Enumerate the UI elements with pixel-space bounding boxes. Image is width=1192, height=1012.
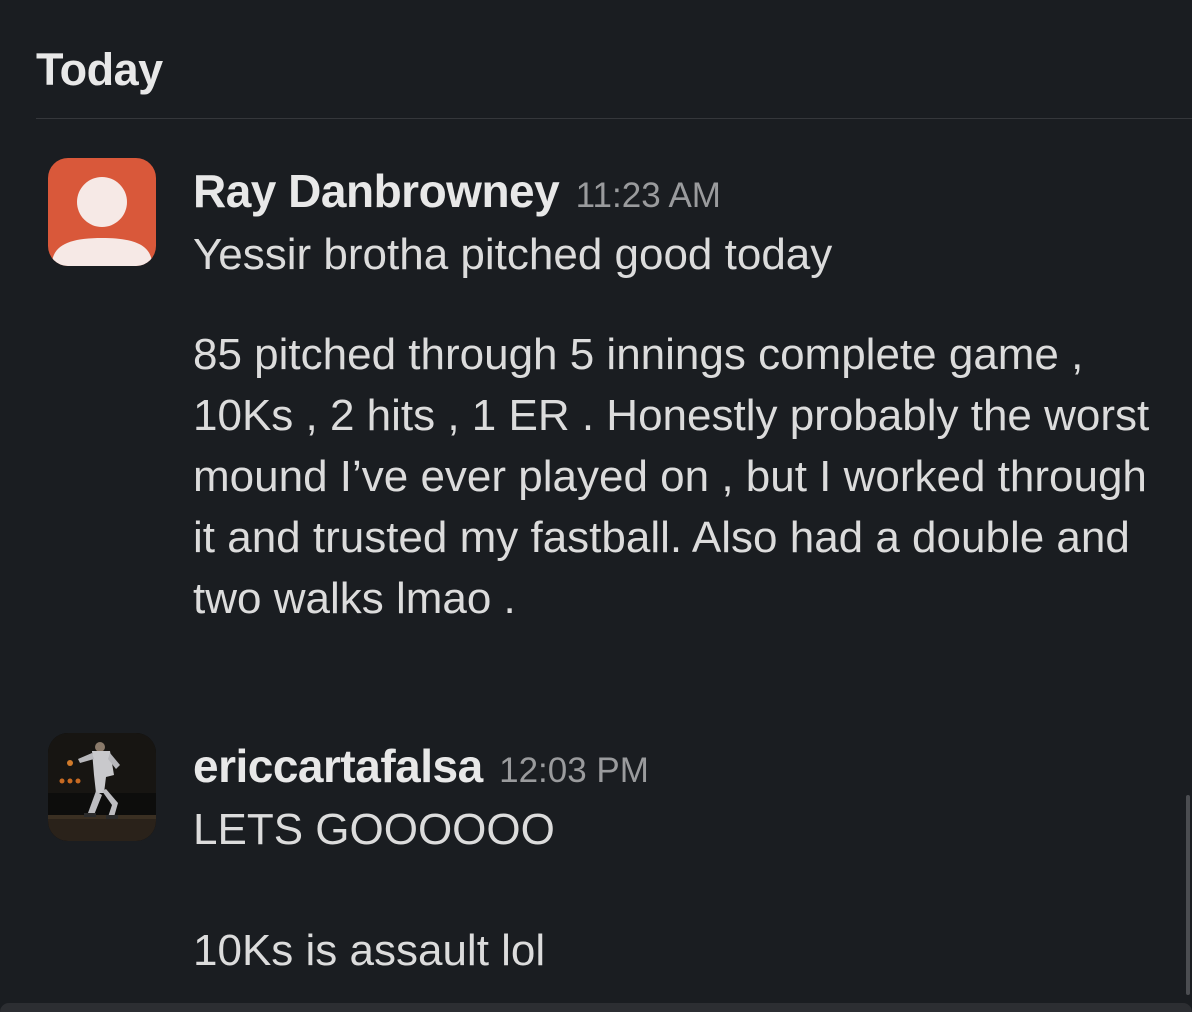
message-author[interactable]: Ray Danbrowney — [193, 165, 560, 217]
message-author[interactable]: ericcartafalsa — [193, 740, 483, 792]
message-text: 85 pitched through 5 innings complete ga… — [193, 330, 1150, 623]
scrollbar[interactable] — [1186, 795, 1190, 995]
day-header: Today — [36, 44, 163, 95]
message-text: Yessir brotha pitched good today — [193, 230, 833, 279]
avatar[interactable] — [48, 158, 156, 266]
default-user-icon — [52, 177, 152, 266]
composer-edge — [0, 1003, 1192, 1012]
baseball-pitcher-photo — [48, 733, 156, 841]
avatar[interactable] — [48, 733, 156, 841]
message-text: LETS GOOOOOO — [193, 805, 555, 854]
message-timestamp[interactable]: 11:23 AM — [576, 176, 721, 215]
message-text: 10Ks is assault lol — [193, 926, 546, 975]
day-divider — [36, 118, 1192, 119]
message-timestamp[interactable]: 12:03 PM — [499, 751, 649, 790]
